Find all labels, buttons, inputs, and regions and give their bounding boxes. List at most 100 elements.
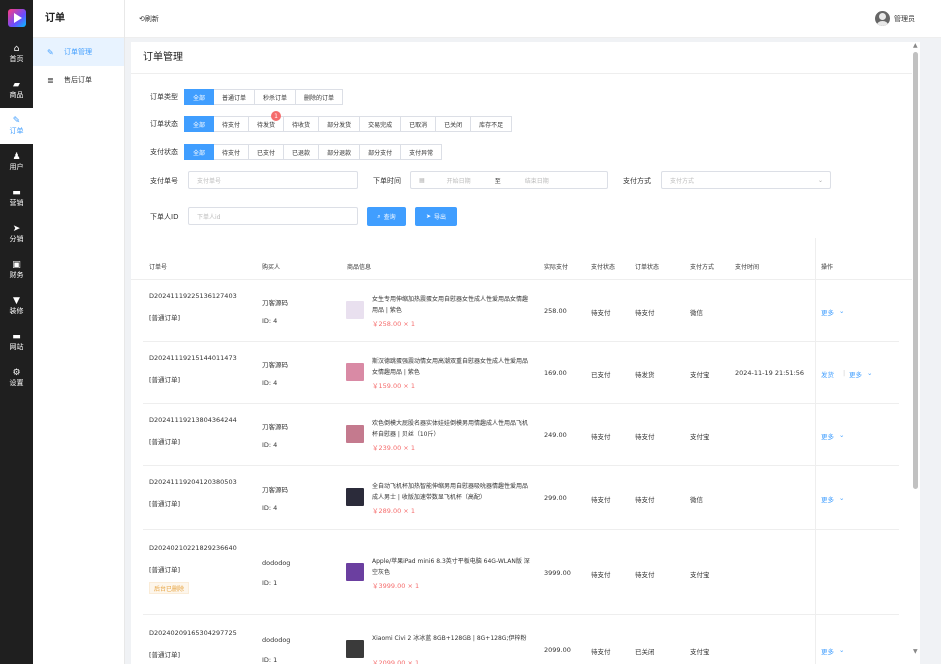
table-header: 订单号 购买人 商品信息 实际支付 支付状态 订单状态 支付方式 支付时间 操作 [131,252,914,280]
order-status-option[interactable]: 全部 [184,116,215,132]
submenu-item-order-management[interactable]: ✎ 订单管理 [33,38,124,66]
order-type-option-label: 普通订单 [222,94,247,102]
order-status-option[interactable]: 交易完成 [359,116,402,132]
chevron-down-icon[interactable]: ⌄ [839,307,844,315]
product-name[interactable]: Xiaomi Civi 2 冰冰蓝 8GB+128GB | 8G+128G;伊梓… [372,633,530,644]
order-status-label: 订单状态 [150,120,178,128]
order-number[interactable]: D20241119225136127403 [149,292,237,300]
pay-status-option-label: 待支付 [222,149,241,157]
buyer-id: ID: 4 [262,441,278,449]
more-actions-link[interactable]: 更多 [821,431,834,441]
order-number[interactable]: D20241119204120380503 [149,478,237,486]
nav-item-user[interactable]: ♟ 用户 [0,144,33,180]
pay-status-option[interactable]: 部分退款 [318,144,361,160]
product-name[interactable]: 全自动飞机杯加热智能伸缩男用自慰器吸吮器情趣性爱用品成人男士 | 收版加速带数显… [372,481,530,503]
pay-status-option[interactable]: 全部 [184,144,215,160]
more-actions-link[interactable]: 更多 [849,369,862,379]
more-actions-link[interactable]: 更多 [821,307,834,317]
nav-item-decorate[interactable]: ▼ 装修 [0,288,33,324]
order-type-option[interactable]: 秒杀订单 [254,89,297,105]
order-status-option[interactable]: 待收货 [283,116,320,132]
avatar [875,11,890,26]
pay-method-select[interactable]: 支付方式 ⌄ [661,171,831,189]
pay-no-input[interactable]: 支付单号 [188,171,358,189]
order-status: 待支付 [635,309,655,317]
pay-status-option[interactable]: 待支付 [213,144,250,160]
order-number[interactable]: D20240210221829236640 [149,544,237,552]
pay-status: 待支付 [591,648,611,656]
nav-item-shop[interactable]: ▰ 商品 [0,72,33,108]
nav-item-home[interactable]: ⌂ 首页 [0,36,33,72]
buyer-id: ID: 4 [262,317,278,325]
ship-link[interactable]: 发货 [821,369,834,379]
product-thumbnail[interactable] [346,562,364,581]
product-thumbnail[interactable] [346,488,364,506]
nav-item-order[interactable]: ✎ 订单 [0,108,33,144]
buyer-id-input[interactable]: 下单人id [188,207,358,225]
decorate-icon: ▼ [13,296,20,306]
chevron-down-icon[interactable]: ⌄ [839,646,844,654]
refresh-button[interactable]: ⟲刷新 [139,14,159,24]
product-thumbnail[interactable] [346,640,364,658]
order-status-option[interactable]: 待发货 1 [248,111,285,132]
more-actions-link[interactable]: 更多 [821,646,834,656]
user-menu[interactable]: 管理员 [875,11,915,26]
buyer-id: ID: 4 [262,379,278,387]
chevron-down-icon[interactable]: ⌄ [839,431,844,439]
product-name[interactable]: 女生专用伸缩加热震蛋女用自慰器女性成人性爱用品女情趣用品 | 紫色 [372,294,530,316]
submenu-item-label: 订单管理 [64,48,92,56]
chevron-down-icon[interactable]: ⌄ [839,494,844,502]
order-number[interactable]: D20241119215144011473 [149,354,237,362]
order-status: 待支付 [635,496,655,504]
order-status-option[interactable]: 库存不足 [470,116,513,132]
col-order-no: 订单号 [149,264,168,271]
order-number[interactable]: D20241119213804364244 [149,416,237,424]
order-type-filter: 订单类型 全部 普通订单 秒杀订单 删除的订单 [150,89,344,105]
scroll-down-icon[interactable]: ▼ [913,648,918,655]
nav-item-distribution[interactable]: ➤ 分销 [0,216,33,252]
buyer-id: ID: 1 [262,578,278,587]
pay-status-option[interactable]: 已退款 [283,144,320,160]
more-actions-link[interactable]: 更多 [821,494,834,504]
order-type-option[interactable]: 普通订单 [213,89,256,105]
order-status-option[interactable]: 部分发货 [318,116,361,132]
app-logo[interactable] [0,0,33,36]
order-status: 已关闭 [635,648,655,656]
order-type-option[interactable]: 全部 [184,89,215,105]
submenu-title: 订单 [33,0,124,38]
end-date-placeholder: 结束日期 [524,177,549,185]
product-name[interactable]: 斯汉德跳蛋强震动情女用高潮双重自慰器女性成人性爱用品女情趣用品 | 紫色 [372,356,530,378]
order-status-option[interactable]: 已关闭 [435,116,472,132]
nav-item-marketing[interactable]: ▬ 营销 [0,180,33,216]
logo-icon [7,9,26,27]
col-actions: 操作 [821,264,834,271]
order-type-option[interactable]: 删除的订单 [295,89,344,105]
order-status: 待支付 [635,433,655,441]
submenu-item-label: 售后订单 [64,76,92,84]
secondary-menu: 订单 ✎ 订单管理 ≣ 售后订单 [33,0,125,664]
pay-status-option[interactable]: 支付异常 [400,144,443,160]
search-button[interactable]: ⌕ 查询 [367,207,406,226]
edit-icon: ✎ [47,47,54,57]
date-range-picker[interactable]: ▦ 开始日期 至 结束日期 [410,171,608,189]
chevron-down-icon[interactable]: ⌄ [867,369,872,377]
product-thumbnail[interactable] [346,425,364,443]
product-thumbnail[interactable] [346,301,364,319]
pay-status-option[interactable]: 已支付 [248,144,285,160]
list-icon: ≣ [47,75,54,85]
product-name[interactable]: Apple/苹果iPad mini6 8.3英寸平板电脑 64G-WLAN版 深… [372,556,530,578]
submenu-item-after-sales[interactable]: ≣ 售后订单 [33,66,124,94]
export-button[interactable]: ➤ 导出 [415,207,457,226]
nav-item-finance[interactable]: ▣ 财务 [0,252,33,288]
pay-status-label: 支付状态 [150,148,178,156]
pay-status-option[interactable]: 部分支付 [359,144,402,160]
order-number[interactable]: D20240209165304297725 [149,629,237,637]
order-status-option[interactable]: 待支付 [213,116,250,132]
order-status-option[interactable]: 已取消 [400,116,437,132]
scrollbar-thumb[interactable] [913,52,918,489]
scroll-up-icon[interactable]: ▲ [913,42,918,49]
product-thumbnail[interactable] [346,363,364,381]
nav-item-website[interactable]: ▬ 网站 [0,324,33,360]
product-name[interactable]: 欢色倒模大屁股名器实体娃娃倒模男用情趣成人性用品飞机杯自慰器 | 贝丝（10斤） [372,418,530,440]
nav-item-settings[interactable]: ⚙ 设置 [0,360,33,396]
